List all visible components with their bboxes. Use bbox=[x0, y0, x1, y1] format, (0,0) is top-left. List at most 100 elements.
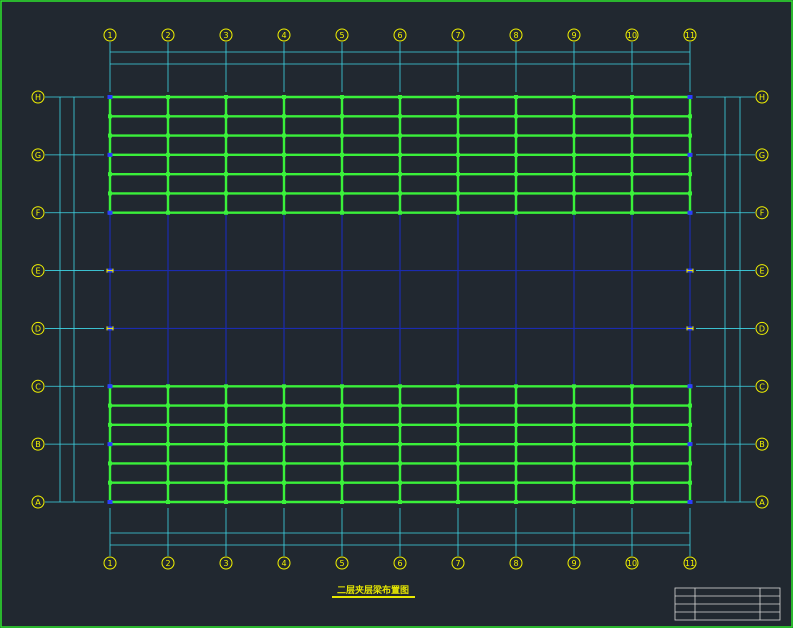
beam-joint bbox=[166, 191, 170, 196]
beam-joint bbox=[340, 422, 344, 427]
axis-bubble-label: A bbox=[35, 498, 41, 507]
column-axis-bubble-top-9: 9 bbox=[567, 28, 581, 42]
column-axis-bubble-top-6: 6 bbox=[393, 28, 407, 42]
title-block bbox=[674, 587, 781, 621]
column-marker bbox=[687, 500, 693, 504]
column-axis-bubble-bottom-5: 5 bbox=[335, 556, 349, 570]
axis-bubble-label: 7 bbox=[455, 31, 460, 40]
axis-bubble-label: C bbox=[759, 382, 765, 391]
beam-joint bbox=[282, 480, 286, 485]
column-axis-bubble-top-11: 11 bbox=[683, 28, 697, 42]
beam-joint bbox=[282, 403, 286, 408]
beam-joint bbox=[224, 500, 228, 504]
column-axis-bubble-bottom-2: 2 bbox=[161, 556, 175, 570]
beam-joint bbox=[282, 172, 286, 177]
beam-joint bbox=[340, 480, 344, 485]
beam-joint bbox=[514, 191, 518, 196]
beam-joint bbox=[108, 172, 112, 177]
beam-joint bbox=[224, 210, 228, 215]
axis-bubble-label: E bbox=[759, 267, 764, 276]
beam-joint bbox=[456, 461, 460, 466]
beam-joint bbox=[398, 152, 402, 157]
column-marker bbox=[687, 210, 693, 215]
beam-joint bbox=[282, 114, 286, 119]
beam-joint bbox=[572, 95, 576, 99]
beam-joint bbox=[108, 422, 112, 427]
column-axis-bubble-bottom-9: 9 bbox=[567, 556, 581, 570]
beam-joint bbox=[340, 152, 344, 157]
axis-bubble-label: E bbox=[35, 267, 40, 276]
beam-joint bbox=[572, 114, 576, 119]
axis-bubble-label: G bbox=[759, 151, 765, 160]
beam-joint bbox=[282, 95, 286, 99]
beam-joint bbox=[456, 210, 460, 215]
axis-bubble-label: 7 bbox=[455, 559, 460, 568]
row-axis-bubble-right-G: G bbox=[755, 148, 769, 162]
beam-joint bbox=[630, 95, 634, 99]
axis-bubble-label: 3 bbox=[223, 559, 228, 568]
column-marker bbox=[687, 384, 693, 389]
beam-joint bbox=[630, 114, 634, 119]
axis-bubble-label: B bbox=[35, 440, 41, 449]
axis-bubble-label: 6 bbox=[397, 31, 402, 40]
beam-joint bbox=[166, 133, 170, 138]
beam-joint bbox=[108, 403, 112, 408]
beam-joint bbox=[630, 461, 634, 466]
beam-joint bbox=[282, 133, 286, 138]
beam-joint bbox=[166, 114, 170, 119]
beam-joint bbox=[514, 442, 518, 447]
beam-joint bbox=[224, 442, 228, 447]
beam-joint bbox=[456, 114, 460, 119]
beam-joint bbox=[514, 500, 518, 504]
beam-joint bbox=[456, 384, 460, 389]
column-axis-bubble-bottom-4: 4 bbox=[277, 556, 291, 570]
beam-joint bbox=[108, 191, 112, 196]
beam-joint bbox=[108, 114, 112, 119]
beam-joint bbox=[514, 210, 518, 215]
beam-joint bbox=[224, 480, 228, 485]
beam-joint bbox=[514, 461, 518, 466]
beam-joint bbox=[572, 500, 576, 504]
beam-joint bbox=[630, 442, 634, 447]
beam-joint bbox=[572, 210, 576, 215]
row-axis-bubble-right-D: D bbox=[755, 321, 769, 335]
axis-bubble-label: F bbox=[36, 209, 41, 218]
beam-joint bbox=[456, 172, 460, 177]
beam-joint bbox=[456, 152, 460, 157]
column-axis-bubble-bottom-10: 10 bbox=[625, 556, 639, 570]
beam-joint bbox=[398, 133, 402, 138]
beam-joint bbox=[282, 152, 286, 157]
beam-joint bbox=[398, 403, 402, 408]
beam-joint bbox=[572, 403, 576, 408]
column-marker bbox=[687, 152, 693, 157]
beam-joint bbox=[224, 191, 228, 196]
column-axis-bubble-top-10: 10 bbox=[625, 28, 639, 42]
axis-bubble-label: 4 bbox=[281, 31, 286, 40]
beam-joint bbox=[456, 442, 460, 447]
axis-bubble-label: 11 bbox=[685, 31, 695, 40]
beam-joint bbox=[398, 114, 402, 119]
column-axis-bubble-top-5: 5 bbox=[335, 28, 349, 42]
beam-joint bbox=[282, 500, 286, 504]
axis-bubble-label: 8 bbox=[513, 31, 518, 40]
beam-joint bbox=[166, 172, 170, 177]
beam-joint bbox=[166, 384, 170, 389]
axis-bubble-label: C bbox=[35, 382, 41, 391]
row-axis-bubble-left-G: G bbox=[31, 148, 45, 162]
beam-joint bbox=[282, 191, 286, 196]
column-axis-bubble-top-3: 3 bbox=[219, 28, 233, 42]
column-marker bbox=[107, 384, 113, 389]
column-marker bbox=[107, 210, 113, 215]
beam-joint bbox=[282, 422, 286, 427]
beam-joint bbox=[398, 422, 402, 427]
beam-joint bbox=[224, 422, 228, 427]
beam-joint bbox=[340, 461, 344, 466]
beam-joint bbox=[572, 172, 576, 177]
beam-joint bbox=[340, 191, 344, 196]
beam-joint bbox=[340, 384, 344, 389]
beam-joint bbox=[630, 172, 634, 177]
axis-bubble-label: 5 bbox=[339, 31, 344, 40]
beam-joint bbox=[572, 461, 576, 466]
beam-joint bbox=[340, 133, 344, 138]
beam-block-top bbox=[108, 95, 692, 215]
